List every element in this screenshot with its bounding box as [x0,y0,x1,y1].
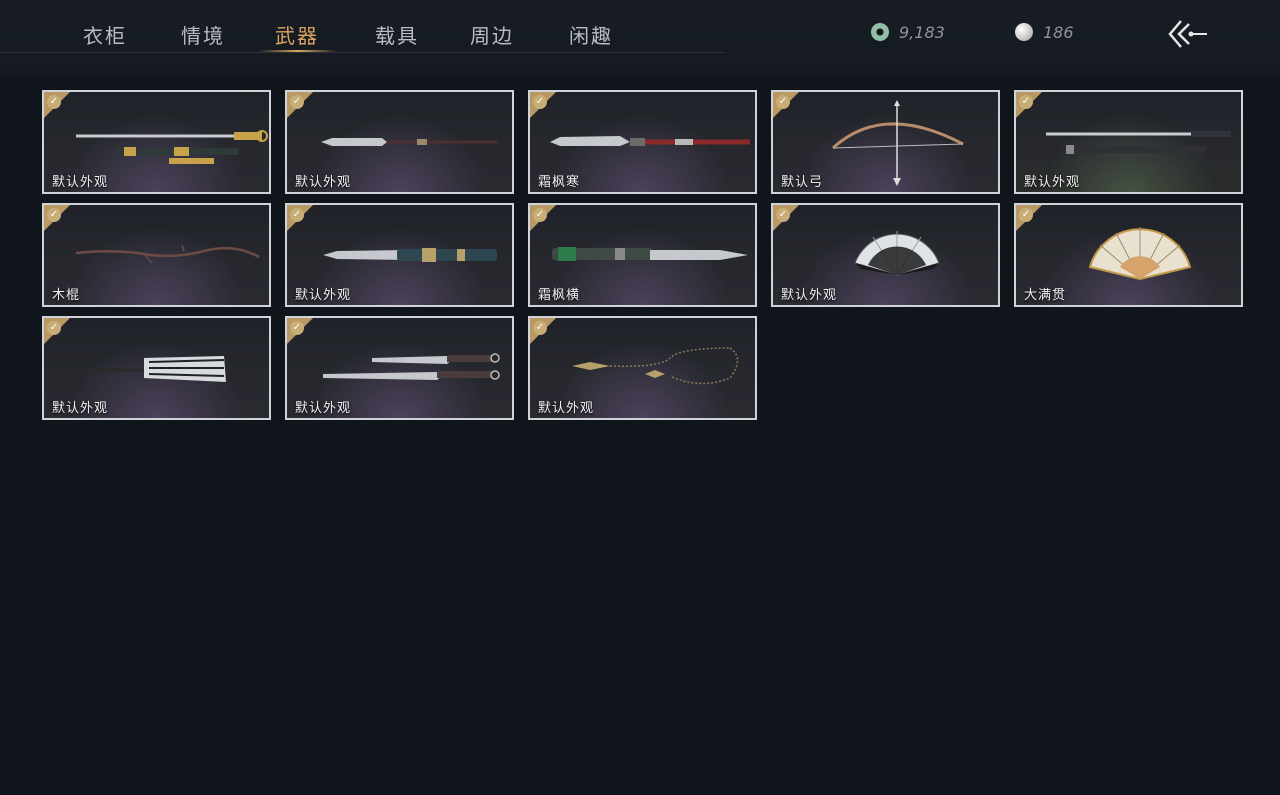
weapon-card[interactable]: ✓ 默认外观 [771,203,1000,307]
weapon-card[interactable]: ✓ 默认弓 [771,90,1000,194]
weapon-card[interactable]: ✓ 默认外观 [285,90,514,194]
weapon-name: 默认弓 [781,175,824,190]
weapon-name: 默认外观 [52,175,109,190]
weapon-name: 默认外观 [1024,175,1081,190]
weapon-name: 木棍 [52,288,81,303]
jade-currency: 9,183 [868,20,945,44]
weapon-name: 默认外观 [781,288,838,303]
weapon-name: 霜枫寒 [538,175,581,190]
tab-weapons[interactable]: 武器 [275,20,319,49]
active-tab-indicator [258,50,338,52]
weapon-card[interactable]: ✓ 默认外观 [42,316,271,420]
weapon-card[interactable]: ✓ 大满贯 [1014,203,1243,307]
top-bar: 衣柜 情境 武器 载具 周边 闲趣 9,183 186 [0,0,1280,75]
weapon-card[interactable]: ✓ 霜枫横 [528,203,757,307]
back-button[interactable] [1165,16,1209,52]
tab-peripherals[interactable]: 周边 [470,20,514,49]
weapon-card[interactable]: ✓ 默认外观 [285,316,514,420]
weapon-card[interactable]: ✓ 默认外观 [285,203,514,307]
weapon-card[interactable]: ✓ 默认外观 [42,90,271,194]
weapon-card[interactable]: ✓ 霜枫寒 [528,90,757,194]
back-arrow-icon [1168,20,1207,48]
weapon-name: 霜枫横 [538,288,581,303]
weapon-card[interactable]: ✓ 默认外观 [528,316,757,420]
tab-vehicles[interactable]: 载具 [375,20,419,49]
pearl-icon [1015,23,1033,41]
jade-amount: 9,183 [899,22,945,42]
tab-wardrobe[interactable]: 衣柜 [83,20,127,49]
pearl-currency: 186 [1015,20,1074,44]
weapon-name: 默认外观 [295,175,352,190]
weapon-name: 默认外观 [52,401,109,416]
pearl-amount: 186 [1043,22,1074,42]
tab-bar: 衣柜 情境 武器 载具 周边 闲趣 [0,0,725,53]
weapon-name: 默认外观 [538,401,595,416]
jade-coin-icon [868,20,892,44]
weapon-name: 默认外观 [295,288,352,303]
weapon-name: 大满贯 [1024,288,1067,303]
tab-leisure[interactable]: 闲趣 [569,20,613,49]
tab-scene[interactable]: 情境 [181,20,225,49]
weapon-card[interactable]: ✓ 木棍 [42,203,271,307]
weapon-card[interactable]: ✓ 默认外观 [1014,90,1243,194]
weapon-name: 默认外观 [295,401,352,416]
